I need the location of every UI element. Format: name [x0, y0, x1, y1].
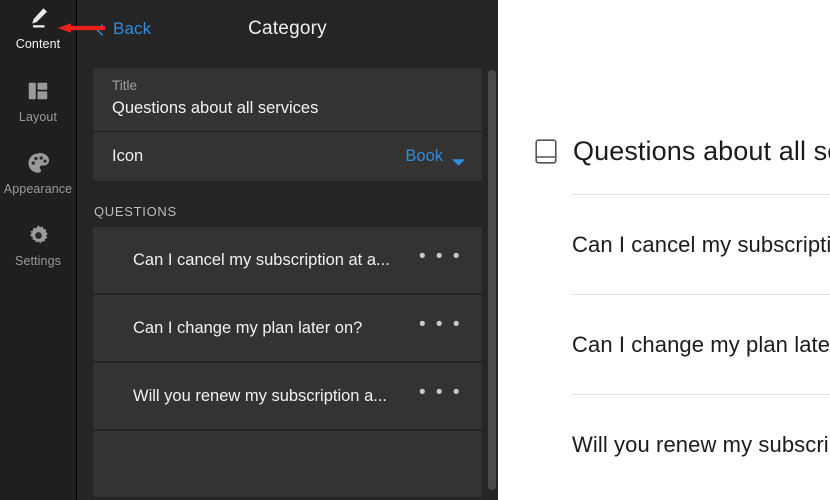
preview-list-item[interactable]: Can I cancel my subscription at any time… [572, 194, 830, 294]
icon-select-value: Book [405, 147, 443, 165]
sidebar-item-label-appearance: Appearance [3, 182, 73, 196]
question-title: Can I cancel my subscription at a... [133, 250, 390, 269]
list-item-partial[interactable] [93, 431, 482, 497]
sidebar-item-layout[interactable]: Layout [0, 72, 76, 144]
preview-content: Questions about all services Can I cance… [498, 0, 830, 494]
list-item[interactable]: Can I change my plan later on? • • • [93, 295, 482, 361]
left-nav-rail: Content Layout Appearance Settings [0, 0, 77, 500]
back-button-label: Back [113, 19, 152, 38]
back-button[interactable]: Back [94, 19, 151, 39]
preview-question-text: Can I change my plan later on? [572, 331, 830, 357]
sidebar-item-content[interactable]: Content [0, 0, 76, 72]
icon-field-label: Icon [112, 147, 144, 165]
sidebar-item-settings[interactable]: Settings [0, 216, 76, 288]
preview-heading: Questions about all services [573, 136, 830, 166]
icon-field-row[interactable]: Icon Book [93, 131, 482, 181]
overflow-menu-icon[interactable]: • • • [409, 315, 464, 336]
questions-section-header: QUESTIONS [94, 204, 177, 219]
chevron-down-icon [452, 153, 465, 166]
preview-panel: Questions about all services Can I cance… [498, 0, 830, 500]
preview-list-item[interactable]: Will you renew my subscription automatic… [572, 394, 830, 494]
preview-question-list: Can I cancel my subscription at any time… [572, 194, 830, 494]
question-title: Can I change my plan later on? [133, 318, 363, 337]
sidebar-item-label-settings: Settings [15, 254, 61, 268]
chevron-left-icon [94, 23, 106, 36]
pen-icon [25, 5, 51, 31]
list-item[interactable]: Can I cancel my subscription at a... • •… [93, 227, 482, 293]
preview-heading-row: Questions about all services [498, 0, 830, 167]
question-title: Will you renew my subscription a... [133, 386, 388, 405]
title-field-value: Questions about all services [112, 99, 319, 117]
category-editor-panel: Back Category Title Questions about all … [77, 0, 498, 500]
book-icon [535, 139, 557, 164]
app-root: Content Layout Appearance Settings Back … [0, 0, 830, 500]
editor-header: Back Category [77, 0, 498, 58]
sidebar-item-appearance[interactable]: Appearance [0, 144, 76, 216]
overflow-menu-icon[interactable]: • • • [409, 383, 464, 404]
title-field-row[interactable]: Title Questions about all services [93, 68, 482, 131]
layout-icon [25, 78, 51, 104]
preview-question-text: Can I cancel my subscription at any time… [572, 231, 830, 257]
palette-icon [25, 150, 51, 176]
list-item[interactable]: Will you renew my subscription a... • • … [93, 363, 482, 429]
preview-list-item[interactable]: Can I change my plan later on? [572, 294, 830, 394]
editor-scrollbar-thumb[interactable] [488, 70, 496, 490]
title-field-label: Title [112, 78, 138, 93]
sidebar-item-label-content: Content [15, 37, 61, 51]
editor-scrollbar[interactable] [486, 0, 498, 500]
overflow-menu-icon[interactable]: • • • [409, 247, 464, 268]
preview-question-text: Will you renew my subscription automatic… [572, 431, 830, 457]
icon-select-dropdown[interactable]: Book [405, 147, 465, 166]
editor-scroll-area: Title Questions about all services Icon … [77, 58, 498, 500]
sidebar-item-label-layout: Layout [18, 110, 58, 124]
gear-icon [25, 222, 51, 248]
category-fields-card: Title Questions about all services Icon … [93, 68, 482, 181]
